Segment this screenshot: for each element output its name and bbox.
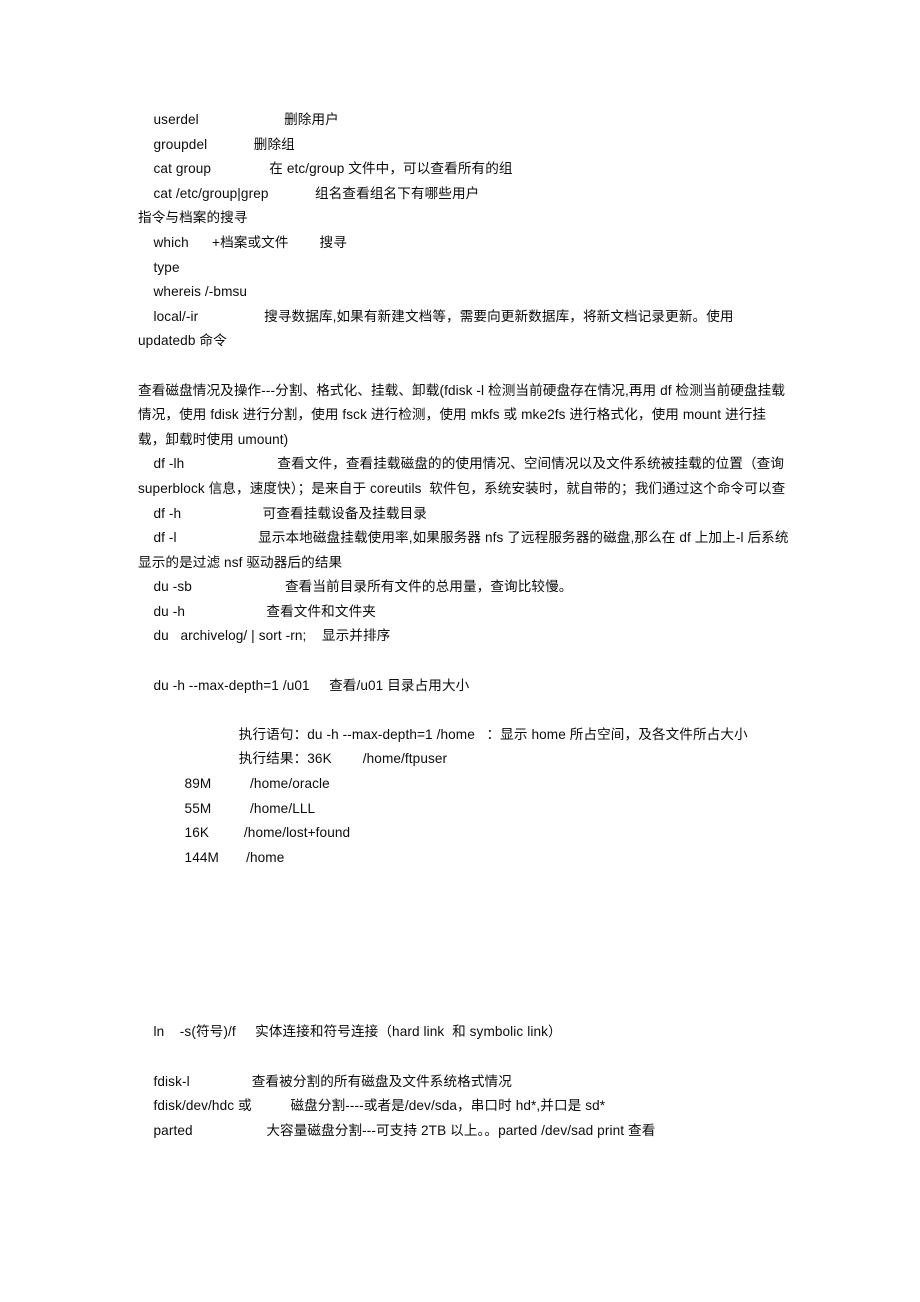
document-text-body: userdel 删除用户 groupdel 删除组 cat group 在 et… — [138, 108, 790, 1143]
line-whereis: whereis /-bmsu — [138, 284, 248, 300]
line-result-row-1: 89M /home/oracle — [138, 776, 330, 792]
heading-search-section: 指令与档案的搜寻 — [138, 210, 248, 226]
line-fdisk-dev-hdc: fdisk/dev/hdc 或 磁盘分割----或者是/dev/sda，串口时 … — [138, 1098, 606, 1114]
line-df-h: df -h 可查看挂载设备及挂载目录 — [138, 505, 427, 521]
line-cat-group: cat group 在 etc/group 文件中，可以查看所有的组 — [138, 161, 513, 177]
line-parted: parted 大容量磁盘分割---可支持 2TB 以上。。parted /dev… — [138, 1122, 656, 1138]
line-which: which +档案或文件 搜寻 — [138, 234, 347, 250]
line-du-sb: du -sb 查看当前目录所有文件的总用量，查询比较慢。 — [138, 579, 573, 595]
line-type: type — [138, 259, 180, 275]
paragraph-disk-overview: 查看磁盘情况及操作---分割、格式化、挂载、卸载(fdisk -l 检测当前硬盘… — [138, 382, 786, 447]
line-ln-symlink: ln -s(符号)/f 实体连接和符号连接（hard link 和 symbol… — [138, 1024, 562, 1040]
line-df-l: df -l 显示本地磁盘挂载使用率,如果服务器 nfs 了远程服务器的磁盘,那么… — [138, 530, 789, 570]
paragraph-spacer-3 — [138, 698, 790, 723]
line-local-ir: local/-ir 搜寻数据库,如果有新建文档等，需要向更新数据库，将新文档记录… — [138, 308, 738, 349]
line-cat-etc-group-grep: cat /etc/group|grep 组名查看组名下有哪些用户 — [138, 185, 480, 201]
paragraph-spacer-2 — [138, 649, 790, 674]
line-exec-statement: 执行语句：du -h --max-depth=1 /home ：显示 home … — [138, 726, 748, 742]
line-exec-result: 执行结果：36K /home/ftpuser — [138, 751, 448, 767]
line-userdel: userdel 删除用户 — [138, 112, 339, 127]
line-du-h: du -h 查看文件和文件夹 — [138, 603, 376, 619]
document-page: userdel 删除用户 groupdel 删除组 cat group 在 et… — [0, 0, 920, 1302]
line-df-lh: df -lh 查看文件，查看挂载磁盘的的使用情况、空间情况以及文件系统被挂载的位… — [138, 456, 788, 496]
line-result-row-4: 144M /home — [138, 849, 285, 865]
line-result-row-2: 55M /home/LLL — [138, 800, 316, 816]
line-groupdel: groupdel 删除组 — [138, 136, 295, 152]
paragraph-spacer-4 — [138, 1045, 790, 1070]
line-du-archivelog: du archivelog/ | sort -rn; 显示并排序 — [138, 628, 391, 644]
line-result-row-3: 16K /home/lost+found — [138, 825, 351, 841]
line-du-maxdepth-u01: du -h --max-depth=1 /u01 查看/u01 目录占用大小 — [138, 677, 470, 693]
paragraph-spacer-1 — [138, 354, 790, 379]
line-fdisk-l: fdisk-l 查看被分割的所有磁盘及文件系统格式情况 — [138, 1073, 512, 1089]
large-blank-region — [138, 870, 790, 1020]
